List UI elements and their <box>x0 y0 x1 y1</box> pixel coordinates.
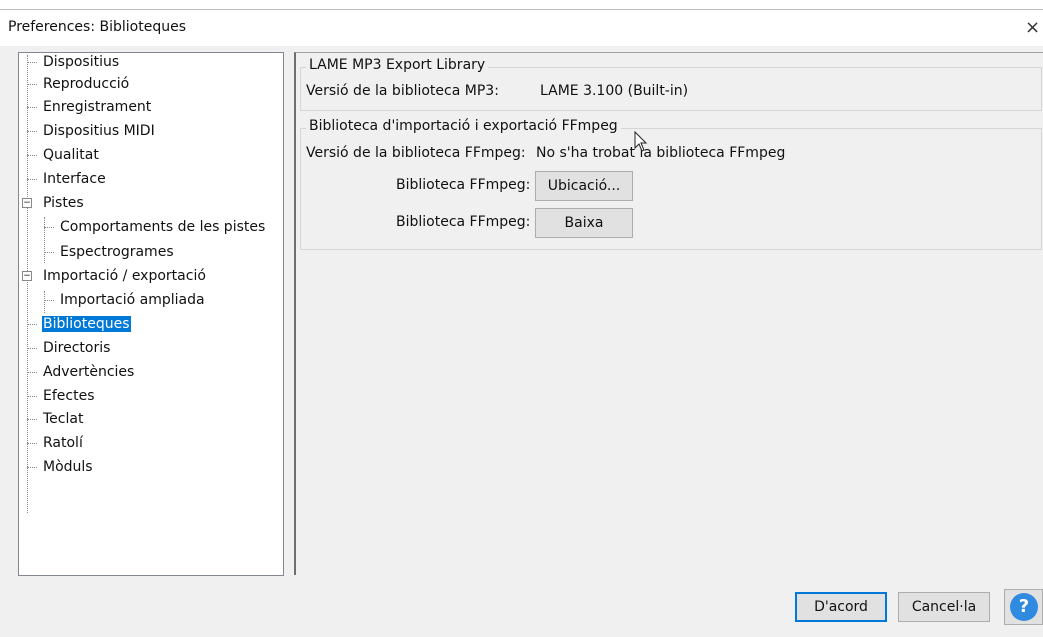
title-bar: Preferences: Biblioteques × <box>0 10 1043 46</box>
tree-item-dispositius[interactable]: Dispositius <box>27 51 119 73</box>
tree-item-interface[interactable]: Interface <box>27 168 106 190</box>
tree-item-label: Dispositius <box>43 54 120 70</box>
collapse-icon[interactable]: − <box>22 271 32 281</box>
ffmpeg-version-label: Versió de la biblioteca FFmpeg: <box>306 145 526 161</box>
close-icon[interactable]: × <box>1025 16 1043 40</box>
tree-item-qualitat[interactable]: Qualitat <box>27 144 99 166</box>
tree-item-label: Espectrogrames <box>60 244 174 260</box>
tree-item-pistes[interactable]: − Pistes <box>22 192 84 214</box>
tree-item-label: Dispositius MIDI <box>43 123 155 139</box>
tree-item-label: Mòduls <box>43 459 93 475</box>
tree-item-label: Importació / exportació <box>43 268 206 284</box>
tree-item-advertencies[interactable]: Advertències <box>27 361 134 383</box>
tree-item-label: Pistes <box>43 195 84 211</box>
help-icon: ? <box>1010 593 1038 621</box>
tree-item-label: Teclat <box>43 411 84 427</box>
window-top-edge <box>0 0 1043 10</box>
tree-item-label: Ratolí <box>43 435 83 451</box>
lame-version-value: LAME 3.100 (Built-in) <box>540 83 689 99</box>
ffmpeg-download-label: Biblioteca FFmpeg: <box>396 214 531 230</box>
tree-item-dispositius-midi[interactable]: Dispositius MIDI <box>27 120 155 142</box>
tree-item-reproduccio[interactable]: Reproducció <box>27 73 129 95</box>
tree-item-directoris[interactable]: Directoris <box>27 337 110 359</box>
tree-item-comportaments[interactable]: Comportaments de les pistes <box>44 216 265 238</box>
tree-item-label: Directoris <box>43 340 111 356</box>
tree-item-teclat[interactable]: Teclat <box>27 408 83 430</box>
tree-item-label: Biblioteques <box>42 316 131 332</box>
window-title: Preferences: Biblioteques <box>8 19 187 35</box>
ffmpeg-locate-label: Biblioteca FFmpeg: <box>396 177 531 193</box>
tree-item-label: Advertències <box>43 364 135 380</box>
tree-item-biblioteques[interactable]: Biblioteques <box>27 313 131 335</box>
lame-group-title: LAME MP3 Export Library <box>306 57 489 73</box>
tree-item-label: Enregistrament <box>43 99 152 115</box>
settings-panel: LAME MP3 Export Library Versió de la bib… <box>294 52 1043 575</box>
tree-item-label: Interface <box>43 171 106 187</box>
ok-button[interactable]: D'acord <box>795 592 887 622</box>
tree-item-label: Reproducció <box>43 76 130 92</box>
locate-button[interactable]: Ubicació... <box>535 171 633 201</box>
tree-item-label: Efectes <box>43 388 95 404</box>
mouse-cursor-icon <box>634 131 648 152</box>
tree-item-ratoli[interactable]: Ratolí <box>27 432 83 454</box>
tree-item-espectrogrames[interactable]: Espectrogrames <box>44 241 174 263</box>
tree-item-enregistrament[interactable]: Enregistrament <box>27 96 151 118</box>
ffmpeg-group-title: Biblioteca d'importació i exportació FFm… <box>306 118 621 134</box>
help-button[interactable]: ? <box>1004 589 1043 625</box>
download-button[interactable]: Baixa <box>535 208 633 238</box>
ffmpeg-version-value: No s'ha trobat la biblioteca FFmpeg <box>536 145 786 161</box>
tree-item-label: Qualitat <box>43 147 99 163</box>
collapse-icon[interactable]: − <box>22 198 32 208</box>
preferences-tree[interactable]: Dispositius Reproducció Enregistrament D… <box>18 52 284 576</box>
tree-item-moduls[interactable]: Mòduls <box>27 456 93 478</box>
tree-item-efectes[interactable]: Efectes <box>27 385 94 407</box>
tree-item-importacio-ampliada[interactable]: Importació ampliada <box>44 289 205 311</box>
dialog-client: Dispositius Reproducció Enregistrament D… <box>0 46 1043 637</box>
cancel-button[interactable]: Cancel·la <box>898 592 990 622</box>
tree-item-label: Comportaments de les pistes <box>60 219 266 235</box>
lame-version-label: Versió de la biblioteca MP3: <box>306 83 499 99</box>
tree-item-label: Importació ampliada <box>60 292 205 308</box>
tree-item-importacio-exportacio[interactable]: − Importació / exportació <box>22 265 206 287</box>
